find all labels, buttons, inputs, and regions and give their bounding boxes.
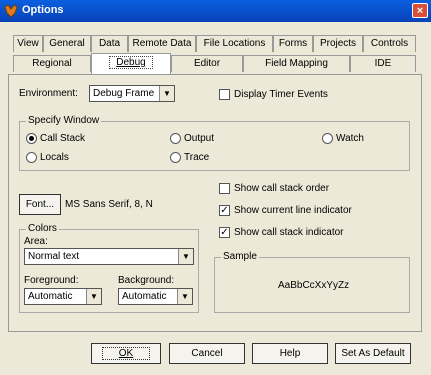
show-current-line-label: Show current line indicator (234, 205, 352, 216)
background-label: Background: (118, 275, 175, 286)
tab-ide[interactable]: IDE (350, 55, 416, 72)
radio-watch-label: Watch (336, 133, 364, 144)
font-value: MS Sans Serif, 8, N (65, 199, 153, 210)
display-timer-events-label: Display Timer Events (234, 89, 328, 100)
radio-call-stack[interactable] (26, 133, 37, 144)
tab-regional[interactable]: Regional (13, 55, 91, 72)
tab-debug[interactable]: Debug (91, 53, 171, 75)
ok-button[interactable]: OK (91, 343, 161, 364)
tab-remote-data[interactable]: Remote Data (128, 35, 196, 52)
environment-value: Debug Frame (93, 88, 155, 99)
specify-window-group: Specify Window Call Stack Output Watch L… (19, 115, 410, 171)
foreground-value: Automatic (28, 291, 73, 302)
tab-file-locations[interactable]: File Locations (196, 35, 273, 52)
show-call-stack-order-checkbox[interactable] (219, 183, 230, 194)
environment-select[interactable]: Debug Frame ▼ (89, 85, 175, 102)
tab-forms[interactable]: Forms (273, 35, 313, 52)
font-button[interactable]: Font... (19, 194, 61, 215)
area-value: Normal text (28, 251, 80, 262)
radio-selected-dot (29, 136, 34, 141)
radio-output[interactable] (170, 133, 181, 144)
tab-editor[interactable]: Editor (171, 55, 243, 72)
tab-projects[interactable]: Projects (313, 35, 363, 52)
options-dialog: Options × View General Data Remote Data … (0, 0, 431, 375)
radio-call-stack-label: Call Stack (40, 133, 86, 144)
show-call-stack-indicator-label: Show call stack indicator (234, 227, 344, 238)
set-as-default-button[interactable]: Set As Default (335, 343, 411, 364)
show-call-stack-indicator-checkbox[interactable]: ✓ (219, 227, 230, 238)
tab-field-mapping[interactable]: Field Mapping (243, 55, 350, 72)
radio-watch[interactable] (322, 133, 333, 144)
foreground-label: Foreground: (24, 275, 79, 286)
colors-group: Colors Area: Normal text ▼ Foreground: A… (19, 223, 199, 313)
chevron-down-icon: ▼ (177, 289, 192, 304)
radio-locals[interactable] (26, 152, 37, 163)
foreground-select[interactable]: Automatic ▼ (24, 288, 102, 305)
show-call-stack-order-label: Show call stack order (234, 183, 330, 194)
show-current-line-checkbox[interactable]: ✓ (219, 205, 230, 216)
background-select[interactable]: Automatic ▼ (118, 288, 193, 305)
app-fox-icon (4, 4, 18, 18)
colors-title: Colors (26, 223, 59, 234)
tab-general[interactable]: General (43, 35, 91, 52)
tab-view[interactable]: View (13, 35, 43, 52)
chevron-down-icon: ▼ (178, 249, 193, 264)
close-button[interactable]: × (412, 3, 428, 18)
tab-debug-label: Debug (109, 56, 153, 69)
specify-window-title: Specify Window (26, 115, 102, 126)
environment-label: Environment: (19, 88, 78, 99)
radio-output-label: Output (184, 133, 215, 144)
display-timer-events-checkbox[interactable] (219, 89, 230, 100)
help-button[interactable]: Help (252, 343, 328, 364)
area-label: Area: (24, 236, 48, 247)
ok-label: OK (101, 347, 151, 360)
sample-group: Sample AaBbCcXxYyZz (214, 251, 410, 313)
background-value: Automatic (122, 291, 167, 302)
debug-panel: Environment: Debug Frame ▼ Display Timer… (8, 74, 422, 332)
tab-data[interactable]: Data (91, 35, 128, 52)
window-title: Options (22, 4, 64, 16)
area-select[interactable]: Normal text ▼ (24, 248, 194, 265)
tab-controls[interactable]: Controls (363, 35, 416, 52)
chevron-down-icon: ▼ (86, 289, 101, 304)
title-bar[interactable]: Options × (0, 0, 431, 22)
radio-locals-label: Locals (40, 152, 69, 163)
sample-title: Sample (221, 251, 259, 262)
cancel-button[interactable]: Cancel (169, 343, 245, 364)
sample-text: AaBbCcXxYyZz (278, 280, 350, 291)
radio-trace[interactable] (170, 152, 181, 163)
chevron-down-icon: ▼ (159, 86, 174, 101)
radio-trace-label: Trace (184, 152, 210, 163)
